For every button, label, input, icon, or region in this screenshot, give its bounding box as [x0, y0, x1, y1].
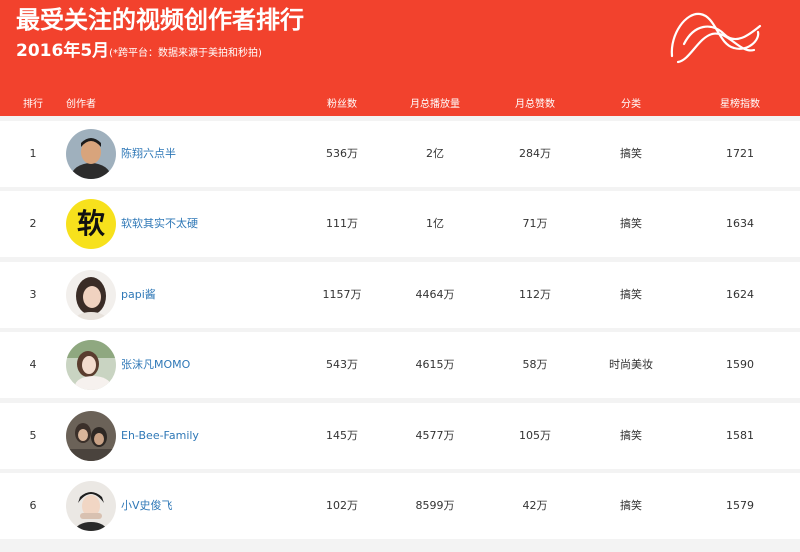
index-cell: 1721 [726, 147, 754, 160]
index-cell: 1579 [726, 499, 754, 512]
header-banner: 最受关注的视频创作者排行 2016年5月(*跨平台：数据来源于美拍和秒拍) 排行… [0, 0, 800, 116]
rank-cell: 4 [29, 358, 37, 371]
table-row[interactable]: 6 小V史俊飞 102万 8599万 42万 搞笑 1579 [0, 473, 800, 539]
fans-cell: 1157万 [322, 288, 362, 301]
avatar-woman-photo-icon[interactable] [66, 340, 116, 390]
ruan-character-icon[interactable]: 软 [66, 199, 116, 249]
likes-cell: 284万 [519, 147, 551, 160]
category-cell: 时尚美妆 [609, 358, 653, 371]
table-row[interactable]: 3 papi酱 1157万 4464万 112万 搞笑 1624 [0, 262, 800, 328]
svg-text:软: 软 [77, 207, 105, 240]
likes-cell: 58万 [522, 358, 548, 371]
category-cell: 搞笑 [620, 147, 642, 160]
column-header-fans: 粉丝数 [327, 99, 357, 110]
plays-cell: 4464万 [415, 288, 455, 301]
plays-cell: 8599万 [415, 499, 455, 512]
likes-cell: 112万 [519, 288, 551, 301]
creator-link[interactable]: Eh-Bee-Family [121, 403, 199, 469]
page-title: 最受关注的视频创作者排行 [16, 6, 304, 34]
plays-cell: 4615万 [415, 358, 455, 371]
index-cell: 1590 [726, 358, 754, 371]
category-cell: 搞笑 [620, 429, 642, 442]
fans-cell: 111万 [326, 217, 358, 230]
plays-cell: 4577万 [415, 429, 455, 442]
avatar-family-icon[interactable] [66, 411, 116, 461]
likes-cell: 105万 [519, 429, 551, 442]
likes-cell: 42万 [522, 499, 548, 512]
creator-link[interactable]: 张沫凡MOMO [121, 332, 190, 398]
table-row[interactable]: 2 软 软软其实不太硬 111万 1亿 71万 搞笑 1634 [0, 191, 800, 257]
fans-cell: 536万 [326, 147, 358, 160]
rank-cell: 6 [29, 499, 37, 512]
plays-cell: 1亿 [426, 217, 444, 230]
rank-cell: 5 [29, 429, 37, 442]
rank-cell: 3 [29, 288, 37, 301]
creator-link[interactable]: 软软其实不太硬 [121, 191, 198, 257]
table-row[interactable]: 4 张沫凡MOMO 543万 4615万 58万 时尚美妆 1590 [0, 332, 800, 398]
creator-link[interactable]: 小V史俊飞 [121, 473, 173, 539]
column-header-category: 分类 [621, 99, 641, 110]
avatar-woman-icon[interactable] [66, 270, 116, 320]
column-header-likes: 月总赞数 [515, 99, 555, 110]
category-cell: 搞笑 [620, 217, 642, 230]
index-cell: 1624 [726, 288, 754, 301]
creator-link[interactable]: papi酱 [121, 262, 156, 328]
column-header-index: 星榜指数 [720, 99, 760, 110]
table-row[interactable]: 5 Eh-Bee-Family 145万 4577万 105万 搞笑 1581 [0, 403, 800, 469]
index-cell: 1634 [726, 217, 754, 230]
report-date: 2016年5月 [16, 41, 110, 61]
fans-cell: 543万 [326, 358, 358, 371]
category-cell: 搞笑 [620, 499, 642, 512]
table-row[interactable]: 1 陈翔六点半 536万 2亿 284万 搞笑 1721 [0, 121, 800, 187]
avatar-man-icon[interactable] [66, 129, 116, 179]
plays-cell: 2亿 [426, 147, 444, 160]
page-subtitle: 2016年5月(*跨平台：数据来源于美拍和秒拍) [16, 40, 262, 65]
column-header-plays: 月总播放量 [410, 99, 460, 110]
rank-cell: 2 [29, 217, 37, 230]
likes-cell: 71万 [522, 217, 548, 230]
category-cell: 搞笑 [620, 288, 642, 301]
creator-link[interactable]: 陈翔六点半 [121, 121, 176, 187]
index-cell: 1581 [726, 429, 754, 442]
avatar-boy-icon[interactable] [66, 481, 116, 531]
column-header-rank: 排行 [23, 99, 43, 110]
column-header-creator: 创作者 [66, 99, 96, 110]
source-note: (*跨平台：数据来源于美拍和秒拍) [109, 48, 262, 59]
rank-cell: 1 [29, 147, 37, 160]
fans-cell: 145万 [326, 429, 358, 442]
fans-cell: 102万 [326, 499, 358, 512]
meipai-logo-icon [670, 12, 762, 64]
